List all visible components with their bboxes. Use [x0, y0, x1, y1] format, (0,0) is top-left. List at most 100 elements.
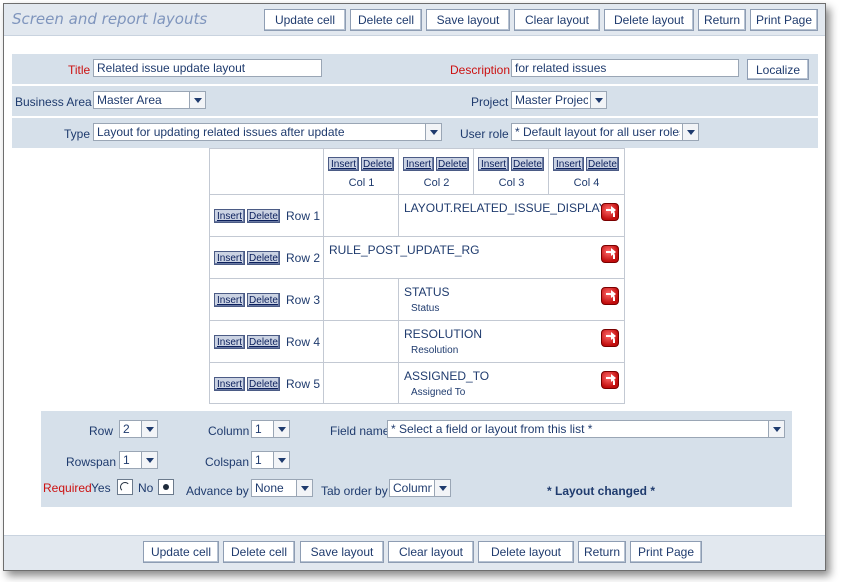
row-field-label: Row [89, 424, 114, 438]
chevron-down-icon [141, 421, 157, 437]
column-header: Insert Delete Col 2 [399, 149, 474, 195]
delete-row-button[interactable]: Delete [247, 377, 280, 391]
return-button[interactable]: Return [698, 9, 746, 31]
edit-cell-icon[interactable] [601, 245, 619, 263]
required-no-radio[interactable] [158, 479, 174, 495]
cell-field-caption: Status [411, 303, 440, 314]
grid-cell[interactable]: STATUS Status [399, 279, 624, 321]
grid-cell[interactable]: RULE_POST_UPDATE_RG [324, 237, 624, 279]
insert-column-button[interactable]: Insert [328, 157, 359, 171]
chevron-down-icon [273, 421, 289, 437]
page-title: Screen and report layouts [12, 10, 208, 28]
column-label: Col 1 [348, 177, 375, 189]
clear-layout-button[interactable]: Clear layout [388, 541, 474, 563]
colspan-label: Colspan [205, 455, 250, 469]
insert-column-button[interactable]: Insert [553, 157, 584, 171]
grid-cell[interactable]: RESOLUTION Resolution [399, 321, 624, 363]
business-area-label: Business Area [15, 95, 92, 109]
save-layout-button[interactable]: Save layout [426, 9, 510, 31]
clear-layout-button[interactable]: Clear layout [514, 9, 600, 31]
insert-row-button[interactable]: Insert [214, 209, 245, 223]
cell-field-name: RULE_POST_UPDATE_RG [329, 243, 480, 257]
chevron-down-icon [434, 480, 450, 496]
rowspan-value: 1 [123, 453, 130, 467]
delete-row-button[interactable]: Delete [247, 209, 280, 223]
user-role-select[interactable]: * Default layout for all user roles * [511, 123, 699, 141]
print-page-button[interactable]: Print Page [750, 9, 818, 31]
delete-row-button[interactable]: Delete [247, 293, 280, 307]
column-select-value: 1 [255, 422, 262, 436]
colspan-select[interactable]: 1 [251, 451, 290, 469]
type-label: Type [64, 127, 91, 141]
delete-layout-button[interactable]: Delete layout [604, 9, 694, 31]
edit-cell-icon[interactable] [601, 287, 619, 305]
delete-row-button[interactable]: Delete [247, 335, 280, 349]
row-label: Row 2 [286, 251, 321, 265]
cell-field-name: ASSIGNED_TO [404, 369, 490, 383]
row-label: Row 4 [286, 335, 321, 349]
row-header: Insert Delete Row 5 [210, 363, 324, 403]
description-input[interactable]: for related issues [511, 59, 739, 77]
insert-row-button[interactable]: Insert [214, 293, 245, 307]
row-select[interactable]: 2 [119, 420, 158, 438]
grid-cell-empty[interactable] [324, 363, 399, 403]
insert-column-button[interactable]: Insert [478, 157, 509, 171]
delete-layout-button[interactable]: Delete layout [478, 541, 574, 563]
insert-row-button[interactable]: Insert [214, 377, 245, 391]
rowspan-label: Rowspan [66, 455, 117, 469]
rowspan-select[interactable]: 1 [119, 451, 158, 469]
delete-column-button[interactable]: Delete [511, 157, 544, 171]
edit-cell-icon[interactable] [601, 329, 619, 347]
delete-cell-button[interactable]: Delete cell [223, 541, 295, 563]
update-cell-button[interactable]: Update cell [143, 541, 219, 563]
column-field-label: Column [208, 424, 250, 438]
chevron-down-icon [189, 92, 205, 108]
insert-row-button[interactable]: Insert [214, 335, 245, 349]
project-select[interactable]: Master Project [511, 91, 607, 109]
field-name-select[interactable]: * Select a field or layout from this lis… [387, 420, 785, 438]
localize-button[interactable]: Localize [747, 59, 809, 80]
edit-cell-icon[interactable] [601, 203, 619, 221]
column-header: Insert Delete Col 3 [474, 149, 549, 195]
insert-column-button[interactable]: Insert [403, 157, 434, 171]
grid-cell-empty[interactable] [324, 279, 399, 321]
required-yes-radio[interactable] [117, 479, 133, 495]
project-label: Project [471, 95, 509, 109]
description-label: Description [450, 63, 511, 77]
row-header: Insert Delete Row 4 [210, 321, 324, 363]
save-layout-button[interactable]: Save layout [300, 541, 384, 563]
grid-cell-empty[interactable] [324, 321, 399, 363]
tab-order-value: Column [393, 481, 432, 495]
edit-cell-icon[interactable] [601, 371, 619, 389]
cell-field-name: RESOLUTION [404, 327, 483, 341]
insert-row-button[interactable]: Insert [214, 251, 245, 265]
delete-column-button[interactable]: Delete [436, 157, 469, 171]
title-label: Title [68, 63, 91, 77]
advance-by-label: Advance by [186, 484, 249, 498]
delete-column-button[interactable]: Delete [586, 157, 619, 171]
grid-cell[interactable]: ASSIGNED_TO Assigned To [399, 363, 624, 403]
delete-row-button[interactable]: Delete [247, 251, 280, 265]
column-select[interactable]: 1 [251, 420, 290, 438]
chevron-down-icon [141, 452, 157, 468]
type-value: Layout for updating related issues after… [97, 125, 345, 139]
print-page-button[interactable]: Print Page [630, 541, 702, 563]
title-input[interactable]: Related issue update layout [93, 59, 322, 77]
business-area-select[interactable]: Master Area [93, 91, 206, 109]
delete-cell-button[interactable]: Delete cell [350, 9, 422, 31]
row-label: Row 5 [286, 377, 321, 391]
return-button[interactable]: Return [578, 541, 626, 563]
update-cell-button[interactable]: Update cell [264, 9, 346, 31]
chevron-down-icon [296, 480, 312, 496]
cell-field-caption: Resolution [411, 345, 459, 356]
row-header: Insert Delete Row 3 [210, 279, 324, 321]
delete-column-button[interactable]: Delete [361, 157, 394, 171]
layout-grid: Insert Delete Col 1 Insert Delete Col 2 … [209, 148, 625, 404]
column-label: Col 2 [423, 177, 450, 189]
advance-by-select[interactable]: None [251, 479, 313, 497]
tab-order-select[interactable]: Column [389, 479, 451, 497]
type-select[interactable]: Layout for updating related issues after… [93, 123, 442, 141]
grid-cell[interactable]: LAYOUT.RELATED_ISSUE_DISPLAY [399, 195, 624, 237]
tab-order-label: Tab order by [321, 484, 388, 498]
grid-cell-empty[interactable] [324, 195, 399, 237]
